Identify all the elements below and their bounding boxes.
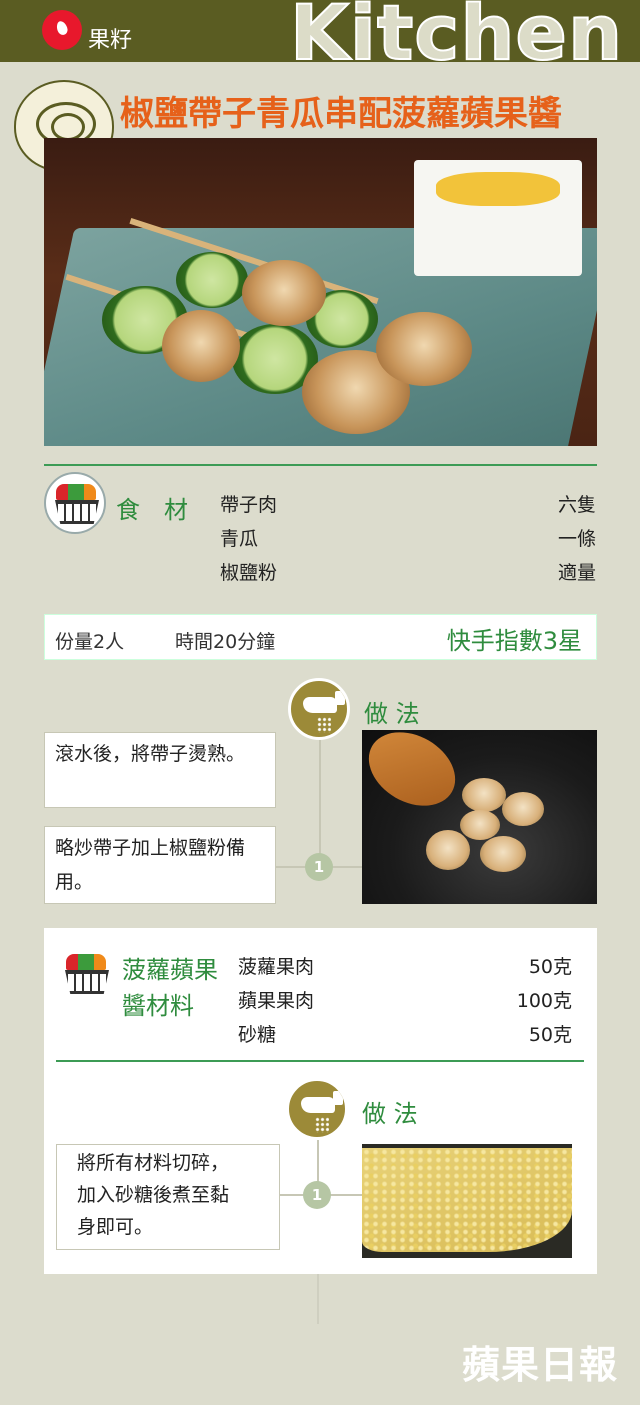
step-line: 身即可。 — [77, 1216, 154, 1238]
servings: 份量2人 — [55, 631, 125, 653]
sauce-ingredient-amount: 50克 — [528, 1024, 572, 1046]
newspaper-masthead: 蘋果日報 — [461, 1343, 618, 1387]
step-text: 略炒帶子加上椒鹽粉備用。 — [44, 826, 276, 904]
divider — [56, 1060, 584, 1062]
connector-line — [317, 1274, 319, 1324]
step-number-badge: 1 — [303, 1181, 331, 1209]
brand-name: 果籽 — [88, 28, 133, 53]
salt-shaker-icon — [288, 678, 350, 740]
ingredient-amount: 六隻 — [557, 494, 596, 516]
step-line: 將所有材料切碎， — [77, 1152, 230, 1174]
sauce-label: 醬材料 — [122, 992, 194, 1020]
sauce-ingredient-name: 菠蘿果肉 — [238, 956, 315, 978]
sauce-label: 菠蘿蘋果 — [122, 956, 218, 984]
recipe-info-bar: 份量2人 時間20分鐘 快手指數3星 — [44, 614, 597, 660]
sauce-cup — [414, 160, 582, 276]
divider — [44, 464, 597, 466]
method-label: 做 法 — [364, 700, 420, 728]
sauce-ingredient-amount: 50克 — [528, 956, 572, 978]
sauce-ingredient-amount: 100克 — [516, 990, 572, 1012]
basket-icon — [44, 472, 106, 534]
section-title: Kitchen — [289, 0, 624, 78]
recipe-title: 椒鹽帶子青瓜串配菠蘿蘋果醬 — [120, 94, 562, 134]
ingredient-amount: 一條 — [557, 528, 596, 550]
ingredient-amount: 適量 — [557, 562, 596, 584]
dish-photo — [44, 138, 597, 446]
sauce-ingredient-name: 蘋果果肉 — [238, 990, 315, 1012]
apple-logo-icon — [42, 10, 82, 50]
method-label: 做 法 — [362, 1100, 418, 1128]
cook-time: 時間20分鐘 — [175, 631, 276, 653]
step-line: 加入砂糖後煮至黏 — [77, 1184, 230, 1206]
sauce-ingredient-name: 砂糖 — [238, 1024, 277, 1046]
basket-icon — [56, 944, 118, 1006]
quick-index: 快手指數3星 — [446, 627, 582, 655]
step-text: 將所有材料切碎， 加入砂糖後煮至黏 身即可。 — [56, 1144, 280, 1250]
ingredient-name: 椒鹽粉 — [220, 562, 278, 584]
salt-shaker-icon — [286, 1078, 348, 1140]
cooking-sauce-photo — [362, 1144, 572, 1258]
connector-line — [319, 740, 321, 868]
step-text: 滾水後，將帶子燙熟。 — [44, 732, 276, 808]
ingredient-name: 青瓜 — [220, 528, 259, 550]
ingredients-label: 食 材 — [116, 496, 188, 524]
step-number-badge: 1 — [305, 853, 333, 881]
ingredient-name: 帶子肉 — [220, 494, 278, 516]
frying-scallops-photo — [362, 730, 597, 904]
